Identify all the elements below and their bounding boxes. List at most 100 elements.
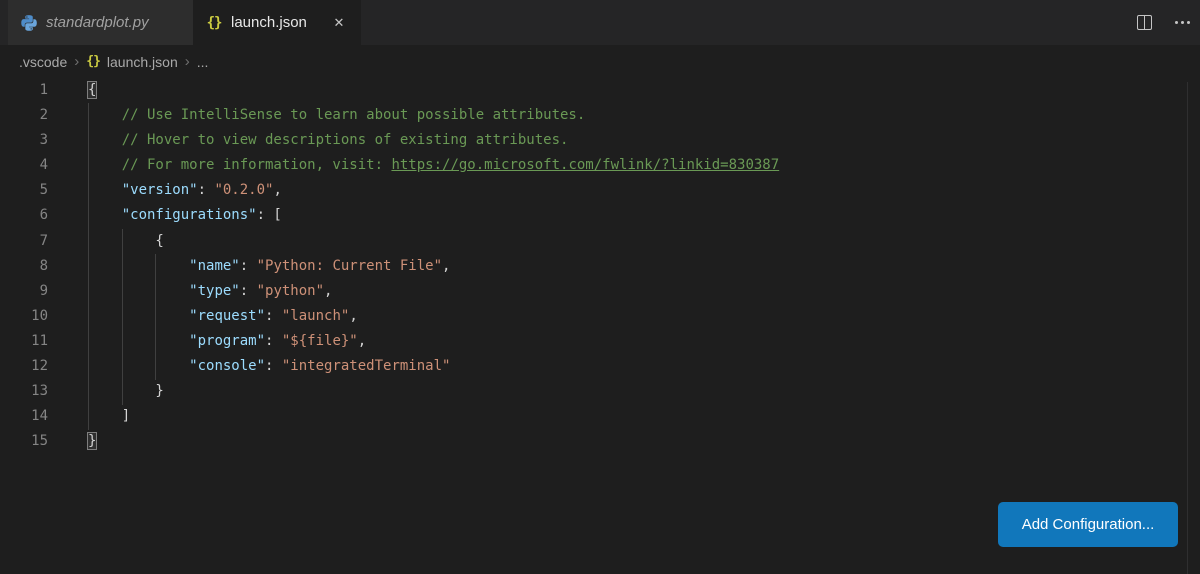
code-line[interactable]: 5 "version": "0.2.0", (0, 178, 1200, 203)
code-token: "name" (189, 258, 240, 274)
code-line-content: ] (88, 404, 130, 429)
code-line-content: } (88, 429, 96, 454)
code-line-content: "version": "0.2.0", (88, 178, 282, 203)
code-line-content: "program": "${file}", (88, 329, 366, 354)
code-token: "Python: Current File" (257, 258, 442, 274)
breadcrumb-symbol[interactable]: ... (197, 54, 209, 70)
code-line-content: // Use IntelliSense to learn about possi… (88, 103, 585, 128)
code-token: // Hover to view descriptions of existin… (88, 132, 568, 148)
code-line[interactable]: 8 "name": "Python: Current File", (0, 254, 1200, 279)
code-line-content: } (88, 379, 164, 404)
scrollbar-gutter-divider (1187, 82, 1188, 574)
line-number: 4 (0, 153, 48, 178)
code-line[interactable]: 4 // For more information, visit: https:… (0, 153, 1200, 178)
code-token (88, 283, 189, 299)
code-line[interactable]: 2 // Use IntelliSense to learn about pos… (0, 103, 1200, 128)
comment-link[interactable]: https://go.microsoft.com/fwlink/?linkid=… (391, 157, 779, 173)
python-icon (20, 15, 38, 31)
code-token: , (358, 333, 366, 349)
close-tab-icon[interactable]: ✕ (329, 13, 349, 33)
tab-standardplot-py[interactable]: standardplot.py (8, 0, 193, 45)
code-token: "configurations" (122, 207, 257, 223)
line-number: 3 (0, 128, 48, 153)
code-line[interactable]: 7 { (0, 229, 1200, 254)
line-number: 13 (0, 379, 48, 404)
code-token: "0.2.0" (214, 182, 273, 198)
code-token (88, 258, 189, 274)
json-icon: {} (86, 54, 100, 69)
code-token: "python" (257, 283, 324, 299)
code-line-content: "name": "Python: Current File", (88, 254, 450, 279)
indent-guide (122, 229, 123, 405)
code-token (88, 358, 189, 374)
line-number: 10 (0, 304, 48, 329)
tab-label: launch.json (231, 14, 307, 31)
code-token: , (273, 182, 281, 198)
split-editor-icon[interactable] (1134, 13, 1154, 33)
code-line-content: "console": "integratedTerminal" (88, 354, 450, 379)
code-token: , (324, 283, 332, 299)
code-token: : (240, 283, 257, 299)
code-token: : (198, 182, 215, 198)
code-token: { (88, 82, 96, 98)
code-token: "integratedTerminal" (282, 358, 451, 374)
code-line-content: "type": "python", (88, 279, 332, 304)
code-token: "version" (122, 182, 198, 198)
code-token: // Use IntelliSense to learn about possi… (88, 107, 585, 123)
line-number: 11 (0, 329, 48, 354)
code-token: // For more information, visit: (88, 157, 391, 173)
code-line[interactable]: 14 ] (0, 404, 1200, 429)
breadcrumb: .vscode › {} launch.json › ... (0, 45, 1200, 78)
indent-guide (88, 103, 89, 430)
code-token: "console" (189, 358, 265, 374)
code-token: } (88, 383, 164, 399)
code-line[interactable]: 10 "request": "launch", (0, 304, 1200, 329)
line-number: 9 (0, 279, 48, 304)
breadcrumb-file[interactable]: launch.json (107, 54, 178, 70)
code-line-content: { (88, 229, 164, 254)
line-number: 6 (0, 203, 48, 228)
code-line[interactable]: 9 "type": "python", (0, 279, 1200, 304)
code-token: : (240, 258, 257, 274)
tab-label: standardplot.py (46, 14, 149, 31)
code-line[interactable]: 3 // Hover to view descriptions of exist… (0, 128, 1200, 153)
tab-launch-json[interactable]: {} launch.json ✕ (193, 0, 361, 45)
indent-guide (155, 254, 156, 380)
line-number: 8 (0, 254, 48, 279)
code-token: ] (88, 408, 130, 424)
add-configuration-button[interactable]: Add Configuration... (998, 502, 1178, 547)
breadcrumb-folder[interactable]: .vscode (19, 54, 67, 70)
code-token: } (88, 433, 96, 449)
code-line[interactable]: 6 "configurations": [ (0, 203, 1200, 228)
line-number: 12 (0, 354, 48, 379)
code-token: "${file}" (282, 333, 358, 349)
chevron-right-icon: › (74, 53, 79, 70)
code-token: : (265, 333, 282, 349)
code-line-content: "request": "launch", (88, 304, 358, 329)
code-line-content: // Hover to view descriptions of existin… (88, 128, 568, 153)
json-icon: {} (205, 15, 223, 31)
editor-actions (1134, 0, 1192, 45)
code-line[interactable]: 15} (0, 429, 1200, 454)
more-actions-icon[interactable] (1172, 13, 1192, 33)
code-line[interactable]: 12 "console": "integratedTerminal" (0, 354, 1200, 379)
code-line-content: { (88, 78, 96, 103)
code-line[interactable]: 1{ (0, 78, 1200, 103)
code-token: { (88, 233, 164, 249)
line-number: 14 (0, 404, 48, 429)
code-line[interactable]: 11 "program": "${file}", (0, 329, 1200, 354)
line-number: 1 (0, 78, 48, 103)
code-token: , (442, 258, 450, 274)
code-editor[interactable]: 1{2 // Use IntelliSense to learn about p… (0, 78, 1200, 454)
code-token: "program" (189, 333, 265, 349)
code-line-content: // For more information, visit: https://… (88, 153, 779, 178)
code-line[interactable]: 13 } (0, 379, 1200, 404)
code-token (88, 207, 122, 223)
code-token: "launch" (282, 308, 349, 324)
code-token: , (349, 308, 357, 324)
code-token (88, 308, 189, 324)
chevron-right-icon: › (185, 53, 190, 70)
code-token: : [ (257, 207, 282, 223)
line-number: 5 (0, 178, 48, 203)
code-token: "request" (189, 308, 265, 324)
